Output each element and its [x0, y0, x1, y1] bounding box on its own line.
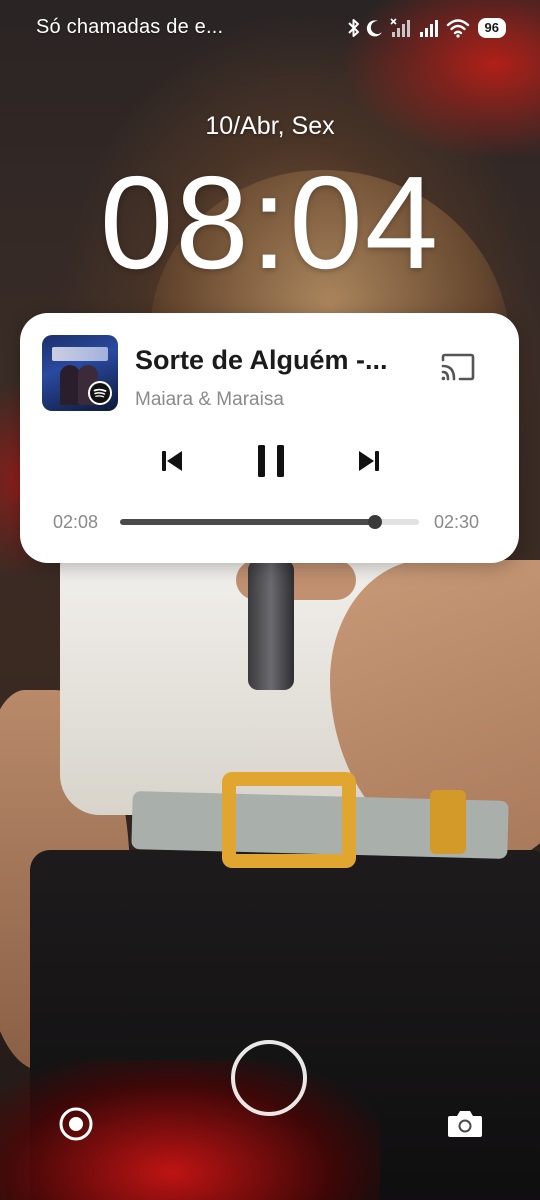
- wallpaper-belt-keeper: [430, 790, 466, 854]
- cast-icon: [440, 352, 476, 387]
- album-art-title-block: [52, 347, 108, 361]
- previous-icon: [160, 448, 184, 479]
- status-carrier-text: Só chamadas de e...: [36, 16, 224, 38]
- moon-icon: [366, 19, 384, 37]
- camera-shortcut-button[interactable]: [444, 1106, 486, 1146]
- battery-icon: 96: [477, 18, 506, 38]
- progress-thumb[interactable]: [368, 515, 383, 529]
- previous-button[interactable]: [150, 441, 194, 485]
- next-icon: [357, 448, 381, 479]
- progress-fill: [120, 519, 376, 525]
- pause-button[interactable]: [249, 441, 293, 485]
- album-art-figure: [60, 365, 80, 405]
- cast-button[interactable]: [439, 353, 477, 385]
- wallpaper-microphone: [248, 560, 294, 690]
- album-art[interactable]: [42, 335, 118, 411]
- progress-slider[interactable]: [120, 515, 419, 529]
- lock-date: 10/Abr, Sex: [205, 112, 335, 140]
- next-button[interactable]: [347, 441, 391, 485]
- pause-icon: [255, 444, 287, 483]
- record-shortcut-button[interactable]: [56, 1106, 96, 1146]
- signal-icon: [418, 18, 440, 38]
- no-signal-icon: [389, 18, 412, 38]
- track-title: Sorte de Alguém -...: [135, 345, 388, 375]
- status-bar: Só chamadas de e... 96: [0, 0, 540, 56]
- status-icons: 96: [347, 14, 506, 42]
- media-player-card[interactable]: Sorte de Alguém -... Maiara & Maraisa 02…: [20, 313, 519, 563]
- camera-icon: [446, 1108, 484, 1145]
- bluetooth-icon: [347, 18, 360, 38]
- wifi-icon: [446, 18, 470, 38]
- record-icon: [58, 1106, 94, 1147]
- unlock-ring-icon[interactable]: [231, 1040, 307, 1116]
- wallpaper-belt-buckle: [222, 772, 356, 868]
- total-duration: 02:30: [434, 512, 480, 532]
- lock-time[interactable]: 08:04: [0, 148, 540, 298]
- elapsed-time: 02:08: [53, 512, 99, 532]
- spotify-icon: [88, 381, 112, 405]
- track-artist: Maiara & Maraisa: [135, 389, 284, 410]
